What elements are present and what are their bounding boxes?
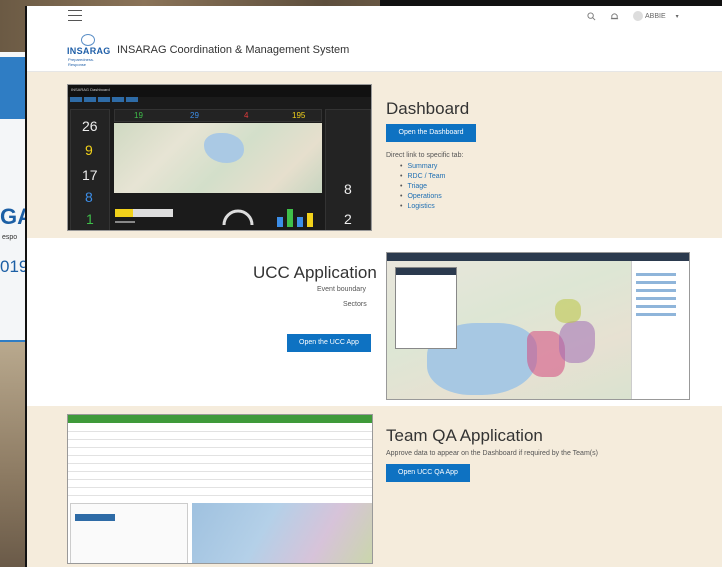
dashboard-thumb-header: INSARAG Dashboard [68, 85, 371, 97]
link-summary[interactable]: Summary [400, 162, 445, 172]
dashboard-thumb-top-stat: 195 [292, 111, 306, 120]
team-qa-thumb-header [68, 415, 372, 423]
dashboard-thumb-stat: 8 [85, 189, 93, 205]
dashboard-thumb-top-panel [114, 109, 322, 122]
ucc-thumb-header [387, 253, 689, 261]
ucc-line-sectors: Sectors [343, 301, 367, 308]
dashboard-tab-links: Summary RDC / Team Triage Operations Log… [400, 162, 445, 212]
dashboard-thumb-column-chart [277, 209, 313, 227]
app-window: ABBIE ▾ INSARAG Preparedness. Response I… [25, 6, 722, 567]
dashboard-thumb-right-stat: 2 [344, 211, 352, 227]
team-qa-heading: Team QA Application [386, 426, 543, 445]
logo-word: INSARAG [67, 46, 111, 56]
dashboard-thumbnail[interactable]: INSARAG Dashboard 26 9 17 8 1 19 29 4 19… [67, 84, 372, 231]
app-header: INSARAG Preparedness. Response INSARAG C… [27, 30, 722, 72]
ucc-thumb-popup [395, 267, 457, 349]
dashboard-thumb-top-stat: 4 [244, 111, 249, 120]
logo-tagline: Preparedness. Response [68, 57, 95, 67]
insarag-logo[interactable]: INSARAG Preparedness. Response [67, 34, 111, 67]
dashboard-thumb-top-stat: 19 [134, 111, 143, 120]
background-slide-subtitle: espo [2, 234, 18, 241]
team-qa-section: Team QA Application Approve data to appe… [27, 406, 722, 567]
dashboard-thumb-top-stat: 29 [190, 111, 199, 120]
open-ucc-app-button[interactable]: Open the UCC App [287, 334, 371, 352]
ucc-thumbnail[interactable] [386, 252, 690, 400]
team-qa-thumbnail[interactable] [67, 414, 373, 564]
team-qa-thumb-form [70, 503, 188, 563]
dashboard-thumb-map [114, 123, 322, 193]
ucc-line-event-boundary: Event boundary [317, 286, 367, 293]
menu-icon[interactable] [68, 10, 82, 21]
globe-icon [81, 34, 95, 46]
dashboard-thumb-right-stat: 8 [344, 181, 352, 197]
team-qa-description: Approve data to appear on the Dashboard … [386, 450, 598, 457]
link-triage[interactable]: Triage [400, 182, 445, 192]
search-icon[interactable] [587, 11, 596, 21]
dashboard-thumb-gauge [222, 209, 254, 226]
link-rdc-team[interactable]: RDC / Team [400, 172, 445, 182]
page-title: INSARAG Coordination & Management System [117, 44, 350, 56]
open-dashboard-button[interactable]: Open the Dashboard [386, 124, 476, 142]
link-logistics[interactable]: Logistics [400, 202, 445, 212]
dashboard-heading: Dashboard [386, 99, 470, 118]
dashboard-links-intro: Direct link to specific tab: [386, 152, 464, 159]
avatar [633, 11, 643, 21]
dashboard-thumb-stat: 17 [82, 167, 98, 183]
top-bar-actions: ABBIE ▾ [587, 11, 679, 21]
link-operations[interactable]: Operations [400, 192, 445, 202]
user-name: ABBIE [645, 12, 666, 20]
dashboard-thumb-tabs [70, 97, 138, 102]
user-menu[interactable]: ABBIE ▾ [633, 11, 679, 21]
dashboard-thumb-stat: 9 [85, 142, 93, 158]
dashboard-thumb-stat: 1 [86, 211, 94, 227]
open-ucc-qa-app-button[interactable]: Open UCC QA App [386, 464, 470, 482]
chevron-down-icon: ▾ [675, 13, 679, 20]
ucc-section: UCC Application Event boundary Sectors O… [27, 238, 722, 406]
ucc-heading: UCC Application [253, 263, 377, 282]
dashboard-thumb-bar-chart [115, 209, 173, 223]
dashboard-section: INSARAG Dashboard 26 9 17 8 1 19 29 4 19… [27, 72, 722, 238]
team-qa-thumb-map [192, 503, 372, 563]
top-bar: ABBIE ▾ [27, 6, 722, 30]
bell-icon[interactable] [610, 12, 619, 21]
dashboard-thumb-stat: 26 [82, 118, 98, 134]
ucc-thumb-side-panel [631, 261, 689, 399]
